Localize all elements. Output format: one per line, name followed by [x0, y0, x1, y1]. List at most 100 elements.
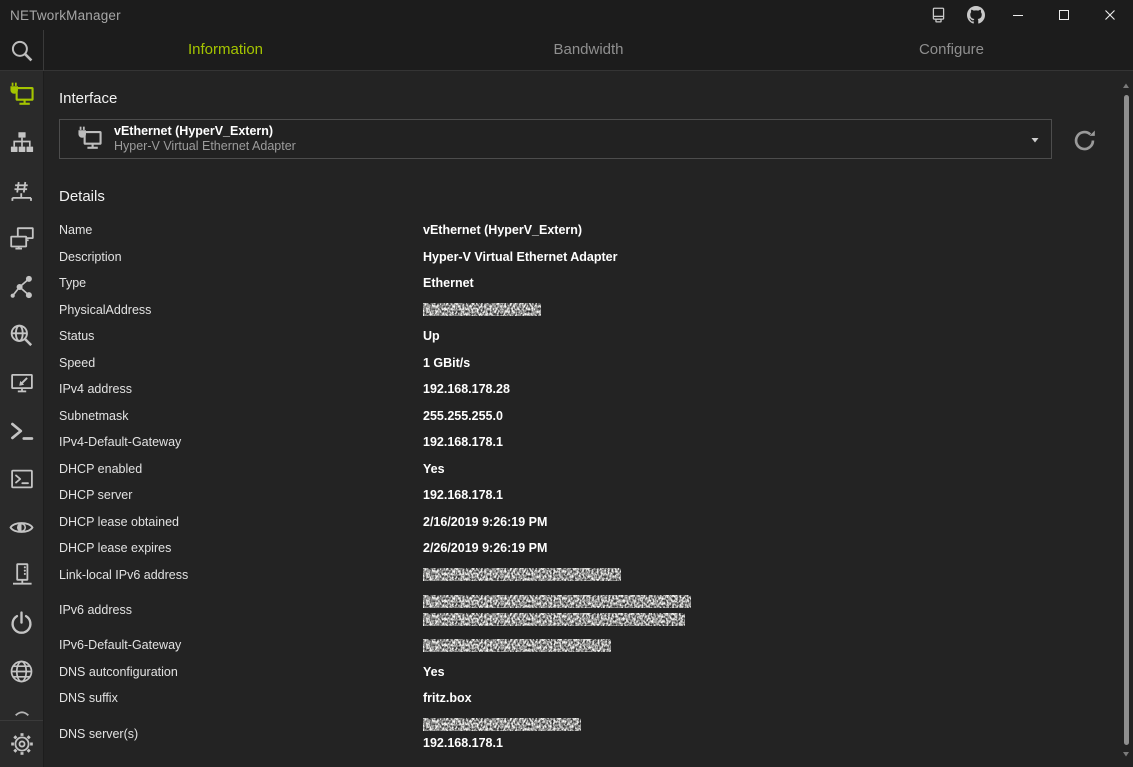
hash-network-icon [10, 179, 34, 203]
sidebar-item-dns-lookup[interactable] [0, 311, 43, 359]
app-title: NETworkManager [10, 8, 121, 23]
settings-gear-icon [10, 732, 34, 756]
interface-select-text: vEthernet (HyperV_Extern) Hyper-V Virtua… [114, 124, 296, 154]
detail-value-text: Ethernet [423, 270, 1105, 297]
table-row: DHCP server192.168.178.1 [59, 482, 1105, 509]
table-row: PhysicalAddress [59, 297, 1105, 324]
detail-value: Hyper-V Virtual Ethernet Adapter [423, 244, 1105, 271]
detail-label: Subnetmask [59, 409, 423, 423]
sidebar-item-ip-scanner[interactable] [0, 119, 43, 167]
close-button[interactable] [1087, 0, 1133, 30]
detail-value: Yes [423, 659, 1105, 686]
sidebar-item-port-scanner[interactable] [0, 167, 43, 215]
sidebar-bottom [0, 696, 43, 767]
detail-value-text: 1 GBit/s [423, 350, 1105, 377]
redacted-value [423, 610, 1105, 628]
sidebar-item-remote-desktop[interactable] [0, 359, 43, 407]
detail-label: Name [59, 223, 423, 237]
table-row: Speed1 GBit/s [59, 350, 1105, 377]
sitemap-icon [10, 131, 34, 155]
detail-label: DNS server(s) [59, 727, 423, 741]
table-row: DNS suffixfritz.box [59, 685, 1105, 712]
scrollbar-thumb[interactable] [1124, 95, 1129, 745]
detail-value-text: Yes [423, 456, 1105, 483]
sidebar [0, 71, 44, 767]
sidebar-item-powershell[interactable] [0, 407, 43, 455]
table-row: TypeEthernet [59, 270, 1105, 297]
scroll-up-icon[interactable] [1123, 83, 1129, 88]
detail-value: vEthernet (HyperV_Extern) [423, 217, 1105, 244]
detail-value-text: vEthernet (HyperV_Extern) [423, 217, 1105, 244]
detail-value-text: 192.168.178.1 [423, 429, 1105, 456]
detail-value-text: 192.168.178.1 [423, 734, 1105, 752]
refresh-icon [1072, 128, 1097, 153]
globe-icon [9, 659, 34, 684]
details-table: NamevEthernet (HyperV_Extern)Description… [59, 217, 1105, 756]
table-row: NamevEthernet (HyperV_Extern) [59, 217, 1105, 244]
sidebar-collapse-button[interactable] [0, 696, 43, 720]
table-row: StatusUp [59, 323, 1105, 350]
titlebar-buttons [919, 0, 1133, 30]
chevron-up-icon [11, 698, 33, 720]
detail-label: IPv6 address [59, 603, 423, 617]
detail-value: 2/26/2019 9:26:19 PM [423, 535, 1105, 562]
sidebar-item-whois[interactable] [0, 647, 43, 695]
github-button[interactable] [957, 0, 995, 30]
settings-button[interactable] [0, 721, 43, 767]
table-row: DHCP lease expires2/26/2019 9:26:19 PM [59, 535, 1105, 562]
tab-bandwidth[interactable]: Bandwidth [407, 30, 770, 71]
scroll-down-icon[interactable] [1123, 752, 1129, 757]
network-interface-icon [9, 82, 35, 108]
search-icon [9, 38, 35, 64]
tab-information[interactable]: Information [44, 30, 407, 71]
server-icon [10, 563, 34, 587]
table-row: IPv4-Default-Gateway192.168.178.1 [59, 429, 1105, 456]
tab-configure[interactable]: Configure [770, 30, 1133, 71]
redacted-value [423, 716, 1105, 734]
detail-value-text: 2/26/2019 9:26:19 PM [423, 535, 1105, 562]
maximize-button[interactable] [1041, 0, 1087, 30]
detail-value: 1 GBit/s [423, 350, 1105, 377]
redacted-value [423, 592, 1105, 610]
detail-label: DHCP enabled [59, 462, 423, 476]
detail-label: DNS autconfiguration [59, 665, 423, 679]
detail-value-text: 192.168.178.28 [423, 376, 1105, 403]
detail-value: 2/16/2019 9:26:19 PM [423, 509, 1105, 536]
detail-label: Speed [59, 356, 423, 370]
detail-label: IPv6-Default-Gateway [59, 638, 423, 652]
table-row: DNS autconfigurationYes [59, 659, 1105, 686]
sidebar-item-wake-on-lan[interactable] [0, 599, 43, 647]
table-row: DescriptionHyper-V Virtual Ethernet Adap… [59, 244, 1105, 271]
refresh-button[interactable] [1069, 125, 1099, 155]
detail-value-text: fritz.box [423, 685, 1105, 712]
chevron-down-icon [1031, 137, 1039, 143]
table-row: Subnetmask255.255.255.0 [59, 403, 1105, 430]
detail-value: 192.168.178.28 [423, 376, 1105, 403]
table-row: Link-local IPv6 address [59, 562, 1105, 589]
detail-label: Link-local IPv6 address [59, 568, 423, 582]
detail-label: DHCP server [59, 488, 423, 502]
detail-label: Type [59, 276, 423, 290]
tab-bar: InformationBandwidthConfigure [44, 30, 1133, 71]
table-row: DHCP enabledYes [59, 456, 1105, 483]
sidebar-item-snmp[interactable] [0, 551, 43, 599]
sidebar-item-network-interface[interactable] [0, 71, 43, 119]
share-nodes-icon [10, 275, 34, 299]
details-heading: Details [59, 187, 105, 206]
sidebar-item-ping[interactable] [0, 215, 43, 263]
eye-icon [9, 515, 34, 540]
docs-icon [930, 7, 947, 24]
interface-description: Hyper-V Virtual Ethernet Adapter [114, 139, 296, 154]
sidebar-item-putty[interactable] [0, 455, 43, 503]
minimize-button[interactable] [995, 0, 1041, 30]
sidebar-item-traceroute[interactable] [0, 263, 43, 311]
sidebar-search-button[interactable] [0, 30, 44, 71]
sidebar-item-discovery[interactable] [0, 503, 43, 551]
detail-value: 192.168.178.1 [423, 716, 1105, 752]
computers-icon [10, 227, 34, 251]
detail-value-text: 255.255.255.0 [423, 403, 1105, 430]
detail-label: IPv4-Default-Gateway [59, 435, 423, 449]
interface-select[interactable]: vEthernet (HyperV_Extern) Hyper-V Virtua… [59, 119, 1052, 159]
docs-button[interactable] [919, 0, 957, 30]
interface-name: vEthernet (HyperV_Extern) [114, 124, 296, 139]
